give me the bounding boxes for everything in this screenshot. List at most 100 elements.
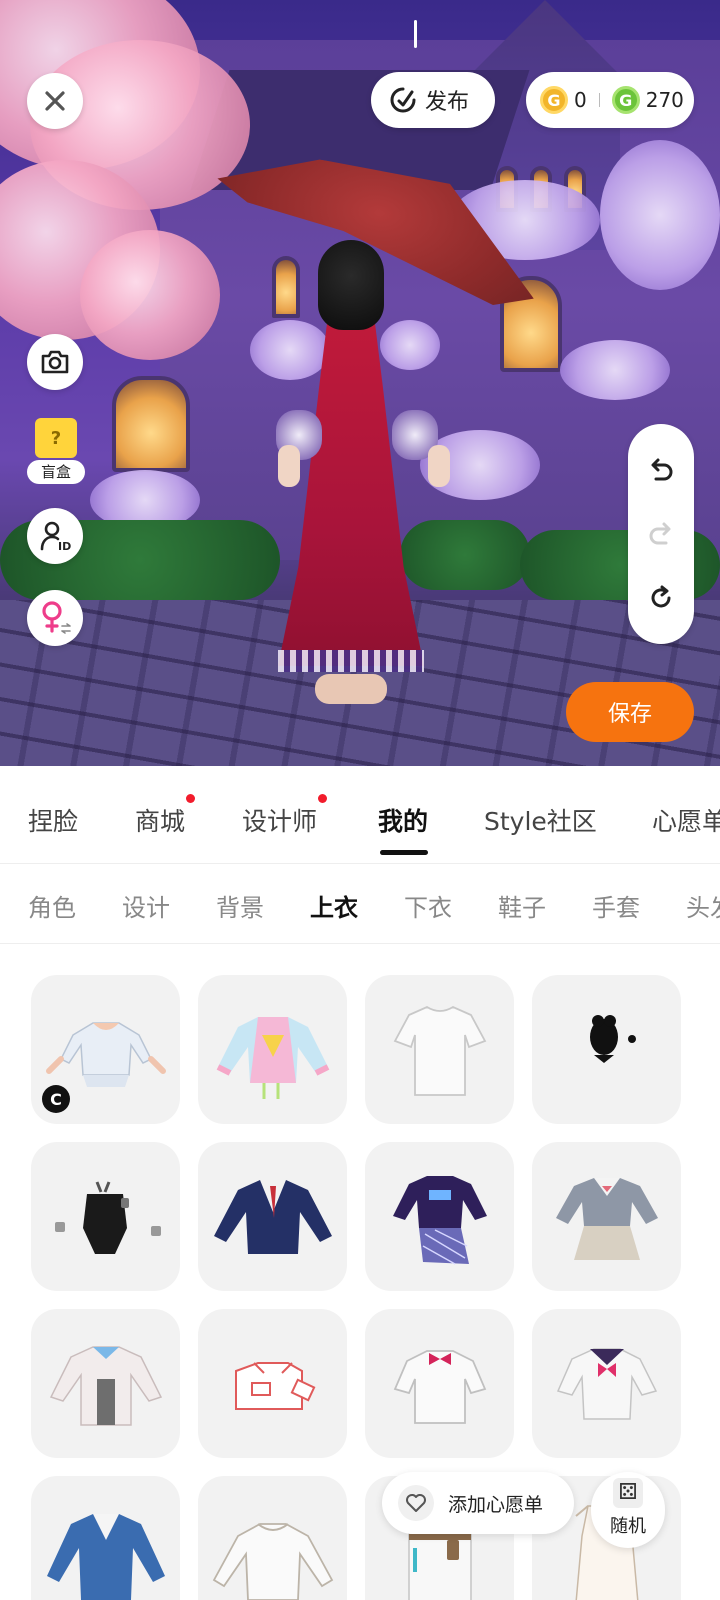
random-button[interactable]: ⚄ 随机 bbox=[591, 1472, 665, 1548]
random-label: 随机 bbox=[610, 1516, 646, 1537]
dress-hem bbox=[278, 650, 424, 672]
tab-face[interactable]: 捏脸 bbox=[28, 802, 78, 838]
add-to-wishlist-button[interactable]: 添加心愿单 bbox=[382, 1472, 574, 1534]
category-background[interactable]: 背景 bbox=[216, 888, 264, 923]
blind-box-icon: ? bbox=[35, 418, 77, 458]
svg-text:ID: ID bbox=[58, 540, 71, 553]
cherry-blossom bbox=[80, 230, 220, 360]
character-arm-left bbox=[278, 445, 300, 487]
white-shirt-bow-thumbnail bbox=[393, 1350, 487, 1424]
item-red-outline-shirt[interactable] bbox=[198, 1309, 347, 1458]
purple-sweater-skirt-thumbnail bbox=[393, 1176, 487, 1265]
lilac-flowers bbox=[380, 320, 440, 370]
item-navy-blazer[interactable] bbox=[198, 1142, 347, 1291]
green-coin-count: 270 bbox=[645, 88, 684, 112]
item-black-swimsuit[interactable] bbox=[31, 1142, 180, 1291]
lilac-flowers bbox=[600, 140, 720, 290]
item-white-shirt-bow[interactable] bbox=[365, 1309, 514, 1458]
red-outline-shirt-thumbnail bbox=[235, 1362, 316, 1410]
blind-box-label: 盲盒 bbox=[27, 460, 85, 484]
category-gloves[interactable]: 手套 bbox=[592, 888, 640, 923]
main-tab-bar: 捏脸 商城 设计师 我的 Style社区 心愿单 bbox=[0, 766, 720, 864]
tab-label: 我的 bbox=[378, 807, 429, 836]
green-coin-icon: G bbox=[611, 86, 640, 114]
item-white-crop-top[interactable]: C bbox=[31, 975, 180, 1124]
hedge bbox=[400, 520, 530, 590]
white-cardigan-thumbnail bbox=[49, 1346, 163, 1426]
lilac-flowers bbox=[560, 340, 670, 400]
tab-label: 设计师 bbox=[242, 807, 318, 836]
tab-label: 心愿单 bbox=[652, 807, 720, 836]
tab-style-community[interactable]: Style社区 bbox=[484, 802, 597, 838]
tab-mine[interactable]: 我的 bbox=[378, 802, 428, 838]
currency-divider bbox=[598, 93, 600, 107]
white-tshirt-thumbnail bbox=[393, 1005, 487, 1096]
category-tab-bar: 角色 设计 背景 上衣 下衣 鞋子 手套 头发 bbox=[0, 864, 720, 944]
item-sailor-top[interactable] bbox=[532, 1309, 681, 1458]
history-panel bbox=[628, 424, 694, 644]
tab-designer[interactable]: 设计师 bbox=[242, 794, 328, 838]
camera-button[interactable] bbox=[27, 334, 83, 390]
category-role[interactable]: 角色 bbox=[28, 888, 76, 923]
dice-icon: ⚄ bbox=[613, 1478, 643, 1508]
item-white-blouse[interactable] bbox=[198, 1476, 347, 1600]
character-arm-right bbox=[428, 445, 450, 487]
active-tab-indicator bbox=[380, 850, 428, 855]
sailor-top-thumbnail bbox=[556, 1348, 658, 1420]
character-hair bbox=[318, 240, 384, 330]
notification-dot bbox=[186, 794, 196, 803]
creator-badge: C bbox=[42, 1085, 70, 1113]
publish-label: 发布 bbox=[425, 90, 470, 115]
female-switch-icon bbox=[42, 601, 71, 634]
gold-coin-icon: G bbox=[540, 86, 568, 114]
save-button[interactable]: 保存 bbox=[566, 682, 694, 742]
drag-indicator bbox=[414, 20, 417, 48]
grey-school-uniform-thumbnail bbox=[556, 1178, 658, 1260]
category-shoes[interactable]: 鞋子 bbox=[498, 888, 546, 923]
notification-dot bbox=[318, 794, 328, 803]
camera-icon bbox=[41, 350, 69, 374]
gender-switch-button[interactable] bbox=[27, 590, 83, 646]
currency-display[interactable]: G 0 G 270 bbox=[526, 72, 694, 128]
navy-blazer-thumbnail bbox=[214, 1180, 332, 1254]
close-icon bbox=[45, 91, 65, 111]
heart-icon-shape bbox=[406, 1494, 426, 1512]
category-design[interactable]: 设计 bbox=[122, 888, 170, 923]
category-tops[interactable]: 上衣 bbox=[310, 888, 358, 923]
avatar-scene[interactable]: 发布 G 0 G 270 ? 盲盒 ID 保存 bbox=[0, 0, 720, 766]
character-feet bbox=[315, 674, 387, 704]
redo-icon[interactable] bbox=[646, 519, 676, 549]
item-blue-blazer[interactable] bbox=[31, 1476, 180, 1600]
add-to-wishlist-label: 添加心愿单 bbox=[448, 1493, 544, 1516]
blue-blazer-thumbnail bbox=[47, 1514, 165, 1600]
black-accessory-thumbnail bbox=[590, 1015, 636, 1063]
gold-coin-count: 0 bbox=[574, 88, 587, 112]
lilac-flowers bbox=[250, 320, 330, 380]
item-white-cardigan[interactable] bbox=[31, 1309, 180, 1458]
refresh-icon[interactable] bbox=[646, 583, 676, 613]
publish-button[interactable]: 发布 bbox=[371, 72, 495, 128]
category-hair[interactable]: 头发 bbox=[686, 888, 720, 923]
pastel-hoodie-thumbnail bbox=[216, 1017, 330, 1099]
item-white-tshirt[interactable] bbox=[365, 975, 514, 1124]
tab-store[interactable]: 商城 bbox=[135, 794, 196, 838]
heart-icon bbox=[398, 1485, 434, 1521]
item-purple-sweater-skirt[interactable] bbox=[365, 1142, 514, 1291]
item-black-accessory[interactable] bbox=[532, 975, 681, 1124]
tab-label: 捏脸 bbox=[28, 807, 79, 836]
tab-label: 商城 bbox=[135, 807, 186, 836]
avatar-id-icon: ID bbox=[40, 521, 71, 553]
undo-icon[interactable] bbox=[646, 455, 676, 485]
castle-window bbox=[112, 376, 190, 472]
tab-wishlist[interactable]: 心愿单 bbox=[652, 802, 720, 838]
castle-window bbox=[272, 256, 300, 318]
item-pastel-hoodie[interactable] bbox=[198, 975, 347, 1124]
publish-icon bbox=[390, 87, 416, 113]
white-blouse-thumbnail bbox=[212, 1523, 334, 1600]
close-button[interactable] bbox=[27, 73, 83, 129]
black-swimsuit-thumbnail bbox=[55, 1181, 161, 1254]
item-grey-school-uniform[interactable] bbox=[532, 1142, 681, 1291]
avatar-id-button[interactable]: ID bbox=[27, 508, 83, 564]
blind-box-button[interactable]: ? 盲盒 bbox=[27, 418, 85, 488]
category-bottoms[interactable]: 下衣 bbox=[404, 888, 452, 923]
